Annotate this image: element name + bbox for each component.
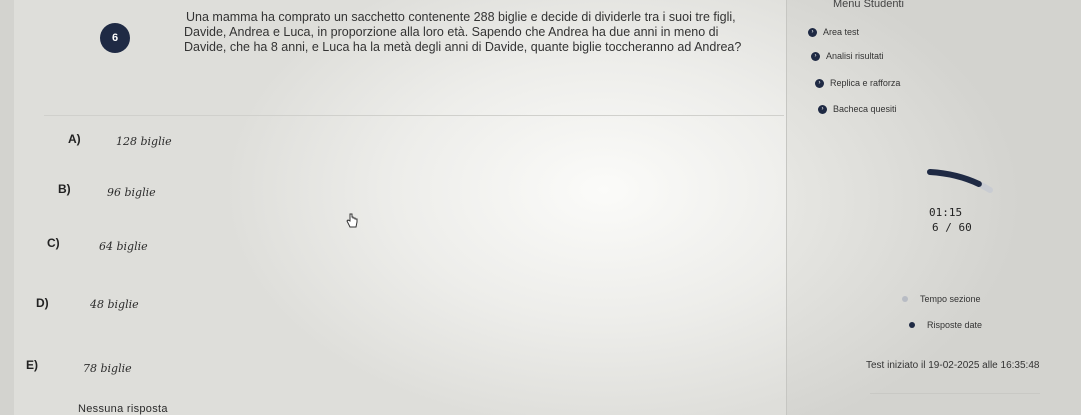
legend-risposte-date: Risposte date <box>909 320 982 330</box>
arrow-bullet-icon: › <box>815 78 824 88</box>
option-letter: B) <box>58 182 71 196</box>
option-letter: D) <box>36 296 49 310</box>
sidebar-divider <box>870 393 1040 394</box>
legend-label: Risposte date <box>927 320 983 330</box>
progress-arc <box>927 169 993 193</box>
option-text: 64 biglie <box>99 240 148 253</box>
option-text: 48 biglie <box>90 298 139 311</box>
option-text: 78 biglie <box>83 362 132 375</box>
option-text: 128 biglie <box>116 135 172 148</box>
hand-cursor-icon <box>346 213 358 228</box>
arrow-bullet-icon: › <box>808 27 817 37</box>
sidebar-item-label: Replica e rafforza <box>830 78 901 88</box>
sidebar-item-bacheca-quesiti[interactable]: › Bacheca quesiti <box>818 104 897 114</box>
legend-dot-icon <box>902 296 908 302</box>
sidebar-item-analisi-risultati[interactable]: › Analisi risultati <box>811 51 884 61</box>
question-panel: 6 Una mamma ha comprato un sacchetto con… <box>14 0 787 415</box>
question-line-2: Davide, Andrea e Luca, in proporzione al… <box>184 25 719 39</box>
no-answer-option[interactable]: Nessuna risposta <box>78 403 168 415</box>
menu-title: Menu Studenti <box>833 0 904 10</box>
sidebar-item-label: Analisi risultati <box>826 51 884 61</box>
legend-label: Tempo sezione <box>920 294 981 304</box>
legend-tempo-sezione: Tempo sezione <box>902 294 981 304</box>
progress-count: 6 / 60 <box>932 221 972 234</box>
question-number-badge: 6 <box>100 23 130 53</box>
arrow-bullet-icon: › <box>811 51 820 61</box>
sidebar-item-label: Bacheca quesiti <box>833 104 897 114</box>
arrow-bullet-icon: › <box>818 104 827 114</box>
question-text: Una mamma ha comprato un sacchetto conte… <box>184 10 784 55</box>
question-divider <box>44 115 784 116</box>
question-line-1: Una mamma ha comprato un sacchetto conte… <box>186 10 736 24</box>
option-letter: A) <box>68 132 81 146</box>
question-line-3: Davide, che ha 8 anni, e Luca ha la metà… <box>184 40 742 54</box>
option-letter: C) <box>47 236 60 250</box>
sidebar-item-label: Area test <box>823 27 860 37</box>
legend-dot-icon <box>909 322 915 328</box>
option-letter: E) <box>26 358 38 372</box>
sidebar-item-area-test[interactable]: › Area test <box>808 27 859 37</box>
sidebar-item-replica-rafforza[interactable]: › Replica e rafforza <box>815 78 900 88</box>
option-text: 96 biglie <box>107 186 156 199</box>
test-start-info: Test iniziato il 19-02-2025 alle 16:35:4… <box>866 360 1040 371</box>
timer-display: 01:15 <box>929 206 963 219</box>
